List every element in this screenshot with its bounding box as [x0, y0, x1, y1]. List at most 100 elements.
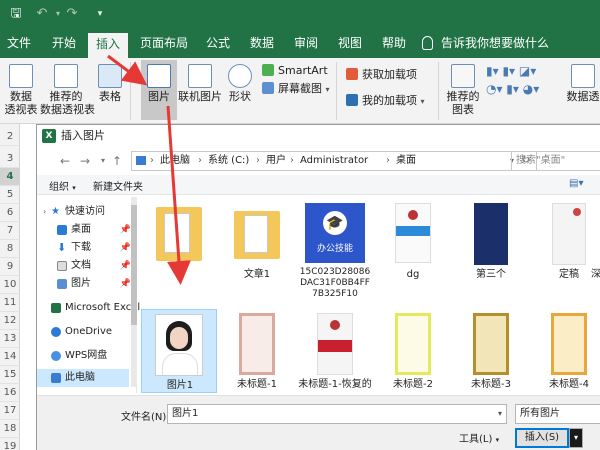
search-input[interactable]: 搜索"桌面"	[511, 151, 600, 171]
tab-view[interactable]: 视图	[332, 30, 368, 58]
nav-documents[interactable]: 文档 📌	[37, 257, 137, 275]
row-header[interactable]: 8	[0, 240, 20, 258]
online-pictures-button[interactable]: 联机图片	[178, 64, 222, 103]
ribbon-insert: 数据 透视表 推荐的 数据透视表 表格 图片 联机图片 形状 SmartArt …	[0, 58, 600, 124]
file-item-image[interactable]: 未标题-3	[453, 309, 529, 393]
redo-icon[interactable]: ↷	[64, 6, 80, 22]
file-name: 未标题-2	[393, 379, 433, 390]
address-bar[interactable]: › 此电脑 › 系统 (C:) › 用户 › Administrator › 桌…	[131, 151, 537, 171]
recommended-pivottables-button[interactable]: 推荐的 数据透视表	[40, 64, 95, 116]
nav-quick-access[interactable]: › ★ 快速访问	[37, 203, 137, 221]
pivotchart-button[interactable]: 数据透	[566, 64, 600, 103]
back-icon[interactable]: ←	[57, 153, 73, 169]
breadcrumb-item[interactable]: Administrator	[300, 152, 368, 170]
chart-type-gallery[interactable]: ▮▾ ▮▾ ◪▾	[486, 64, 536, 78]
breadcrumb-item[interactable]: 用户	[266, 152, 286, 170]
nav-label: Microsoft Excel	[65, 302, 141, 313]
row-header[interactable]: 9	[0, 258, 20, 276]
tab-file[interactable]: 文件	[0, 30, 38, 58]
breadcrumb-item[interactable]: 此电脑	[160, 152, 190, 170]
nav-label: 图片	[71, 278, 91, 289]
breadcrumb-item[interactable]: 桌面	[396, 152, 416, 170]
nav-wps-cloud[interactable]: WPS网盘	[37, 347, 137, 365]
row-header[interactable]: 6	[0, 204, 20, 222]
row-header[interactable]: 11	[0, 294, 20, 312]
screenshot-button[interactable]: 屏幕截图 ▾	[262, 82, 330, 97]
file-item-folder[interactable]	[141, 199, 217, 295]
tab-formulas[interactable]: 公式	[200, 30, 236, 58]
row-header[interactable]: 17	[0, 402, 20, 420]
pivottable-label: 数据 透视表	[4, 90, 38, 116]
nav-this-pc[interactable]: 此电脑	[37, 369, 129, 387]
nav-desktop[interactable]: 桌面 📌	[37, 221, 137, 239]
file-item-image[interactable]: dg	[375, 199, 451, 295]
pivottable-button[interactable]: 数据 透视表	[4, 64, 38, 116]
picture-button[interactable]: 图片	[141, 60, 177, 120]
file-item-image-selected[interactable]: 图片1	[141, 309, 217, 393]
my-addins-button[interactable]: 我的加载项 ▾	[346, 94, 425, 109]
nav-label: 桌面	[71, 224, 91, 235]
filename-input[interactable]: 图片1 ▾	[167, 404, 507, 424]
new-folder-button[interactable]: 新建文件夹	[93, 178, 143, 193]
forward-icon[interactable]: →	[77, 153, 93, 169]
file-item-image[interactable]: 未标题-2	[375, 309, 451, 393]
chevron-down-icon[interactable]: ▾	[498, 405, 502, 423]
tab-help[interactable]: 帮助	[376, 30, 412, 58]
breadcrumb-item[interactable]: 系统 (C:)	[208, 152, 249, 170]
insert-button[interactable]: 插入(S)	[515, 428, 569, 448]
row-header[interactable]: 14	[0, 348, 20, 366]
row-header[interactable]: 18	[0, 420, 20, 438]
row-header[interactable]: 2	[0, 128, 20, 146]
nav-label: 文档	[71, 260, 91, 271]
save-icon[interactable]: 🖫	[8, 6, 24, 22]
row-header[interactable]: 5	[0, 186, 20, 204]
row-header-selected[interactable]: 4	[0, 168, 20, 186]
tab-home[interactable]: 开始	[44, 30, 84, 58]
file-item-folder[interactable]: 文章1	[219, 199, 295, 295]
tab-data[interactable]: 数据	[244, 30, 280, 58]
file-item-image[interactable]: 第三个	[453, 199, 529, 295]
nav-scrollbar[interactable]	[131, 197, 137, 387]
tools-label: 工具(L)	[459, 434, 493, 445]
row-header[interactable]: 10	[0, 276, 20, 294]
row-header[interactable]: 16	[0, 384, 20, 402]
nav-downloads[interactable]: ⬇ 下载 📌	[37, 239, 137, 257]
nav-pictures[interactable]: 图片 📌	[37, 275, 137, 293]
row-header[interactable]: 15	[0, 366, 20, 384]
file-name: dg	[406, 269, 420, 280]
tab-insert[interactable]: 插入	[88, 33, 128, 58]
undo-icon[interactable]: ↶	[34, 6, 50, 22]
frame-thumbnail	[317, 313, 353, 375]
tab-page-layout[interactable]: 页面布局	[136, 30, 192, 58]
table-button[interactable]: 表格	[96, 64, 124, 103]
row-header[interactable]: 7	[0, 222, 20, 240]
nav-microsoft-excel[interactable]: Microsoft Excel	[37, 299, 141, 317]
chart-type-gallery-row2[interactable]: ◔▾ ▮▾ ◕▾	[486, 82, 539, 96]
view-options-icon[interactable]: ▤▾	[569, 178, 583, 189]
tools-menu[interactable]: 工具(L) ▾	[459, 430, 499, 445]
file-item-image[interactable]: 未标题-4	[531, 309, 600, 393]
tab-review[interactable]: 审阅	[288, 30, 324, 58]
recommended-charts-button[interactable]: 推荐的 图表	[444, 64, 482, 116]
nav-onedrive[interactable]: OneDrive	[37, 323, 137, 341]
up-icon[interactable]: ↑	[109, 153, 125, 169]
smartart-button[interactable]: SmartArt	[262, 64, 328, 78]
scrollbar-thumb[interactable]	[131, 205, 137, 325]
ribbon-separator	[438, 62, 439, 120]
filetype-select[interactable]: 所有图片	[515, 404, 600, 424]
row-header[interactable]: 13	[0, 330, 20, 348]
customize-toolbar-icon[interactable]: ▾	[92, 6, 108, 22]
file-item-image[interactable]: 未标题-1	[219, 309, 295, 393]
file-item-partial[interactable]: 深	[579, 199, 600, 295]
tell-me-box[interactable]: 告诉我你想要做什么	[422, 30, 549, 58]
insert-dropdown-button[interactable]: ▾	[569, 428, 583, 448]
row-header[interactable]: 3	[0, 150, 20, 168]
shapes-button[interactable]: 形状	[226, 64, 254, 103]
file-item-image[interactable]: 未标题-1-恢复的	[297, 309, 373, 393]
row-header[interactable]: 12	[0, 312, 20, 330]
file-item-image[interactable]: 🎓 办公技能 15C023D28086 DAC31F0BB4FF 7B325F1…	[297, 199, 373, 309]
row-header[interactable]: 19	[0, 438, 20, 450]
get-addins-button[interactable]: 获取加载项	[346, 68, 417, 82]
file-name: 未标题-1	[237, 379, 277, 390]
organize-menu[interactable]: 组织 ▾	[49, 178, 76, 193]
